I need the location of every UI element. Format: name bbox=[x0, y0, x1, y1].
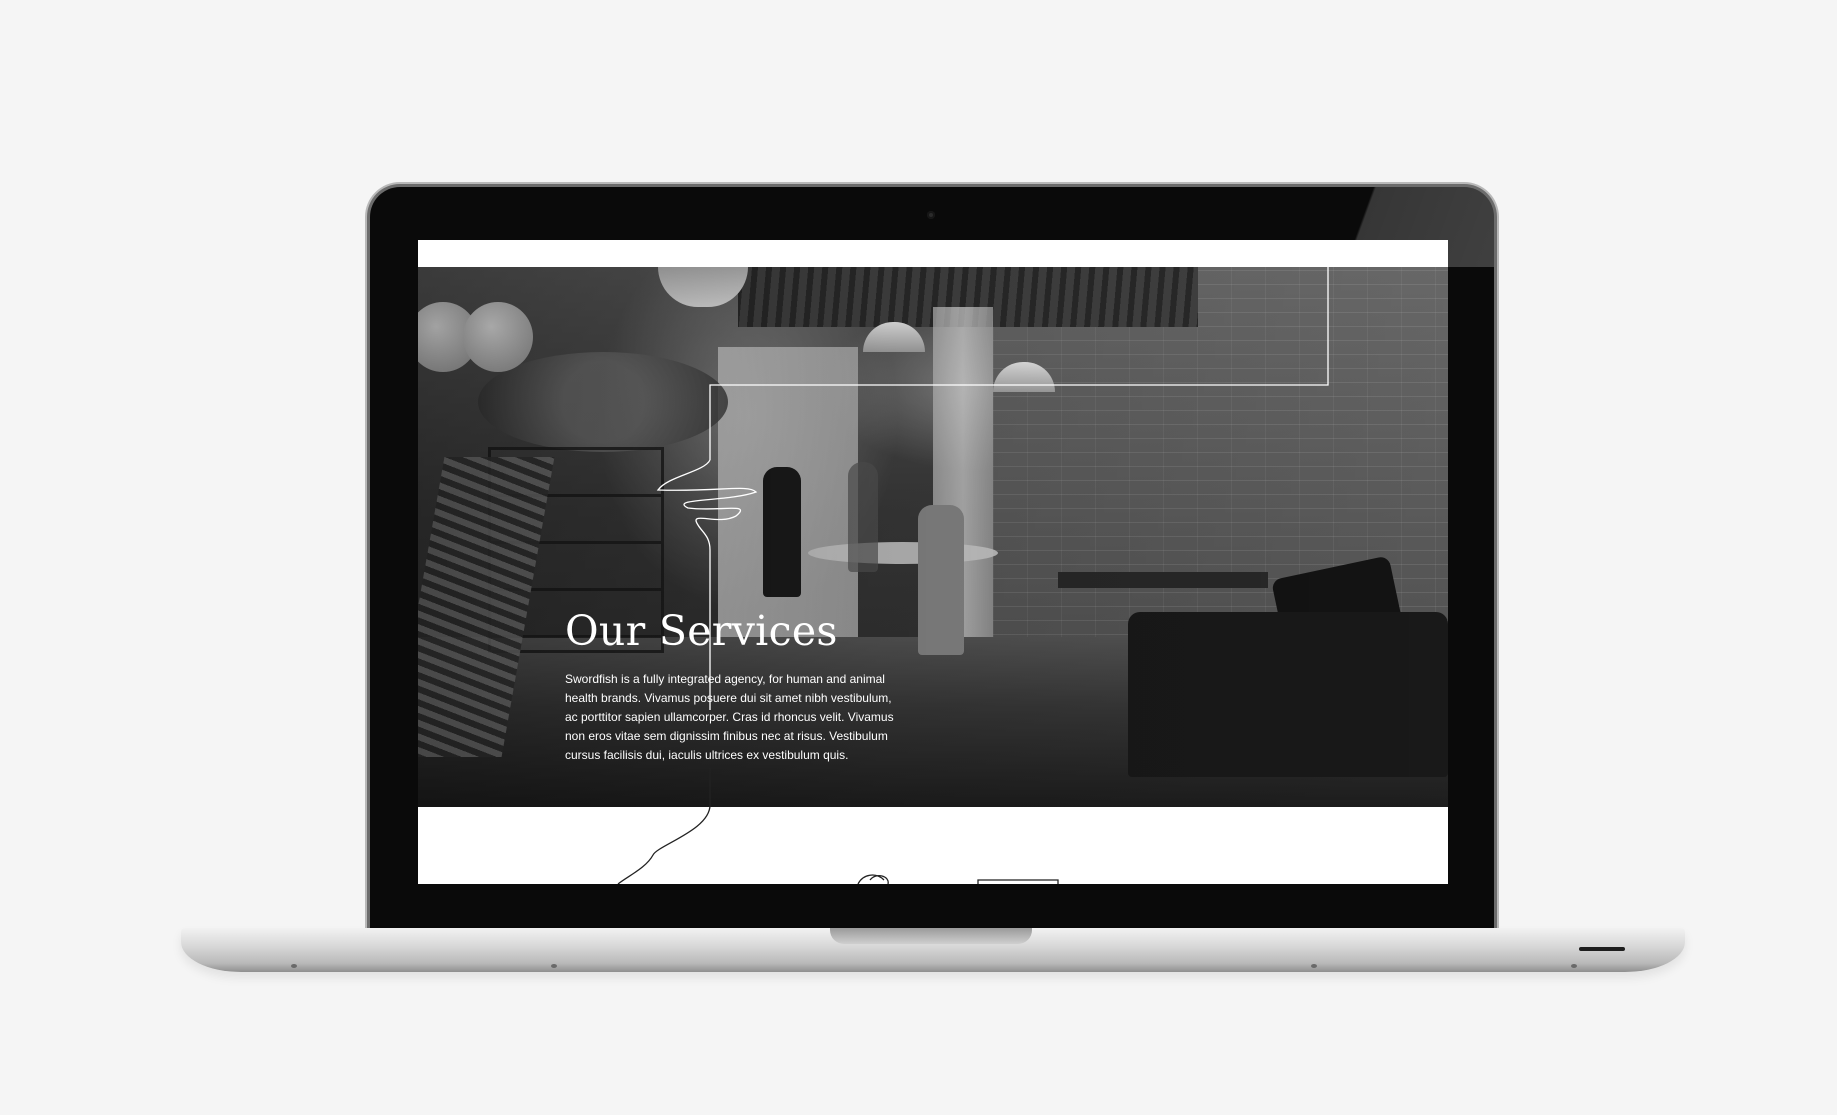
laptop-screen: Our Services Swordfish is a fully integr… bbox=[418, 240, 1448, 884]
laptop-foot bbox=[1311, 964, 1317, 968]
hero-image: Our Services Swordfish is a fully integr… bbox=[418, 267, 1448, 807]
mockup-stage: Our Services Swordfish is a fully integr… bbox=[0, 0, 1837, 1115]
services-description: Swordfish is a fully integrated agency, … bbox=[565, 672, 894, 762]
page-title: Our Services bbox=[565, 607, 838, 655]
laptop-base bbox=[181, 928, 1685, 972]
laptop-foot bbox=[291, 964, 297, 968]
webcam-icon bbox=[927, 211, 935, 219]
laptop-foot bbox=[1571, 964, 1577, 968]
indicator-light-icon bbox=[1579, 947, 1625, 951]
doodle-line bbox=[977, 879, 1059, 884]
doodle-line bbox=[857, 874, 889, 884]
lid-notch bbox=[830, 928, 1032, 944]
laptop-foot bbox=[551, 964, 557, 968]
